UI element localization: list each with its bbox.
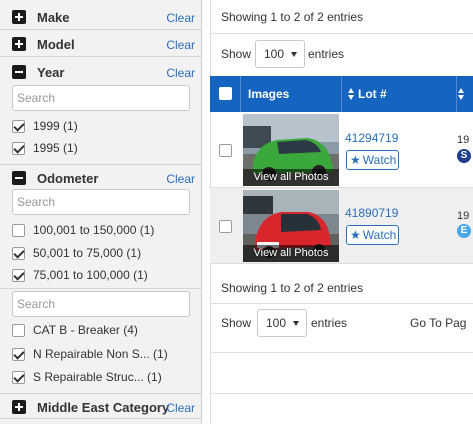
filter-model-title: Model bbox=[37, 37, 75, 52]
filter-make[interactable]: Make Clear bbox=[0, 4, 201, 30]
watch-label: Watch bbox=[362, 153, 397, 167]
filter-sidebar: Make Clear Model Clear Year Clear 1999 (… bbox=[0, 0, 202, 424]
filter-year[interactable]: Year Clear bbox=[0, 59, 201, 85]
category-option[interactable]: N Repairable Non S... (1) bbox=[12, 345, 168, 363]
filter-make-clear[interactable]: Clear bbox=[166, 11, 195, 25]
option-label: 75,001 to 100,000 (1) bbox=[33, 268, 148, 282]
collapse-minus-icon[interactable] bbox=[12, 65, 26, 79]
option-label: N Repairable Non S... (1) bbox=[33, 347, 168, 361]
divider bbox=[210, 303, 473, 304]
show-label: Show bbox=[221, 47, 252, 61]
year-option[interactable]: 1995 (1) bbox=[12, 139, 78, 157]
table-header: Images Lot # Y bbox=[210, 76, 473, 137]
row-checkbox[interactable] bbox=[219, 144, 232, 157]
expand-plus-icon[interactable] bbox=[12, 37, 26, 51]
filter-odometer-clear[interactable]: Clear bbox=[166, 172, 195, 186]
filter-odometer[interactable]: Odometer Clear bbox=[0, 164, 201, 190]
option-label: 1995 (1) bbox=[33, 141, 78, 155]
filter-odometer-title: Odometer bbox=[37, 171, 99, 186]
column-images[interactable]: Images bbox=[241, 76, 342, 112]
option-label: S Repairable Struc... (1) bbox=[33, 370, 162, 384]
option-label: 1999 (1) bbox=[33, 119, 78, 133]
odometer-option[interactable]: 50,001 to 75,000 (1) bbox=[12, 244, 141, 262]
checkbox-checked[interactable] bbox=[12, 246, 25, 260]
star-icon: ★ bbox=[350, 228, 361, 242]
year-option[interactable]: 1999 (1) bbox=[12, 117, 78, 135]
watch-label: Watch bbox=[362, 228, 397, 242]
checkbox-unchecked[interactable] bbox=[12, 323, 25, 337]
watch-button[interactable]: ★ Watch bbox=[346, 225, 399, 245]
chevron-down-icon bbox=[291, 52, 297, 57]
filter-model-clear[interactable]: Clear bbox=[166, 38, 195, 52]
column-lot-label: Lot # bbox=[358, 87, 387, 101]
filter-year-title: Year bbox=[37, 65, 65, 80]
lot-number-link[interactable]: 41890719 bbox=[345, 206, 398, 220]
filter-year-clear[interactable]: Clear bbox=[166, 66, 195, 80]
status-badge: S bbox=[457, 149, 471, 163]
category-option[interactable]: CAT B - Breaker (4) bbox=[12, 321, 138, 339]
expand-plus-icon[interactable] bbox=[12, 400, 26, 414]
page-size-value: 100 bbox=[266, 316, 287, 330]
category-search-input[interactable] bbox=[12, 291, 190, 317]
watch-button[interactable]: ★ Watch bbox=[346, 150, 399, 170]
select-all-checkbox[interactable] bbox=[219, 87, 232, 100]
checkbox-checked[interactable] bbox=[12, 141, 25, 155]
results-panel: Showing 1 to 2 of 2 entries Show 100 ent… bbox=[210, 0, 473, 424]
show-label-bottom: Show bbox=[221, 316, 252, 330]
checkbox-checked[interactable] bbox=[12, 370, 25, 384]
expand-plus-icon[interactable] bbox=[12, 10, 26, 24]
year-search-input[interactable] bbox=[12, 85, 190, 111]
odometer-option[interactable]: 100,001 to 150,000 (1) bbox=[12, 221, 154, 239]
footer-panel bbox=[210, 352, 473, 394]
chevron-down-icon bbox=[293, 321, 299, 326]
checkbox-checked[interactable] bbox=[12, 119, 25, 133]
table-row[interactable]: View all Photos 41294719 ★ Watch 19 S bbox=[210, 112, 473, 188]
year-cell: 19 bbox=[457, 134, 470, 146]
status-badge: E bbox=[457, 224, 471, 238]
page-size-select-bottom[interactable]: 100 bbox=[257, 309, 307, 337]
vehicle-photo[interactable]: View all Photos bbox=[243, 190, 339, 262]
table-row[interactable]: View all Photos 41890719 ★ Watch 19 E bbox=[210, 188, 473, 264]
lot-number-link[interactable]: 41294719 bbox=[345, 131, 398, 145]
filter-model[interactable]: Model Clear bbox=[0, 31, 201, 57]
entries-info-top: Showing 1 to 2 of 2 entries bbox=[221, 10, 364, 24]
divider bbox=[210, 33, 473, 34]
collapse-minus-icon[interactable] bbox=[12, 171, 26, 185]
go-to-page-label: Go To Pag bbox=[410, 316, 467, 330]
checkbox-checked[interactable] bbox=[12, 268, 25, 282]
column-lot[interactable]: Lot # bbox=[342, 76, 457, 112]
option-label: 50,001 to 75,000 (1) bbox=[33, 246, 142, 260]
checkbox-unchecked[interactable] bbox=[12, 223, 25, 237]
odometer-search-input[interactable] bbox=[12, 189, 190, 215]
divider bbox=[0, 288, 201, 289]
page-size-value: 100 bbox=[264, 47, 285, 61]
sort-icon bbox=[458, 88, 465, 100]
checkbox-checked[interactable] bbox=[12, 347, 25, 361]
filter-middle-east-title: Middle East Category bbox=[37, 400, 170, 415]
option-label: 100,001 to 150,000 (1) bbox=[33, 223, 155, 237]
view-photos-caption[interactable]: View all Photos bbox=[243, 169, 339, 186]
filter-middle-east-category[interactable]: Middle East Category Clear bbox=[0, 393, 201, 419]
star-icon: ★ bbox=[350, 153, 361, 167]
year-cell: 19 bbox=[457, 210, 470, 222]
view-photos-caption[interactable]: View all Photos bbox=[243, 245, 339, 262]
entries-info-bottom: Showing 1 to 2 of 2 entries bbox=[221, 281, 364, 295]
vehicle-photo[interactable]: View all Photos bbox=[243, 114, 339, 186]
filter-middle-east-clear[interactable]: Clear bbox=[166, 401, 195, 415]
entries-label: entries bbox=[308, 47, 345, 61]
filter-make-title: Make bbox=[37, 10, 70, 25]
entries-label-bottom: entries bbox=[311, 316, 348, 330]
row-checkbox[interactable] bbox=[219, 220, 232, 233]
odometer-option[interactable]: 75,001 to 100,000 (1) bbox=[12, 266, 148, 284]
option-label: CAT B - Breaker (4) bbox=[33, 323, 138, 337]
sort-icon bbox=[348, 88, 355, 100]
select-all-cell bbox=[210, 76, 241, 112]
column-year[interactable]: Y bbox=[457, 76, 473, 137]
page-size-select[interactable]: 100 bbox=[255, 40, 305, 68]
category-option[interactable]: S Repairable Struc... (1) bbox=[12, 368, 162, 386]
